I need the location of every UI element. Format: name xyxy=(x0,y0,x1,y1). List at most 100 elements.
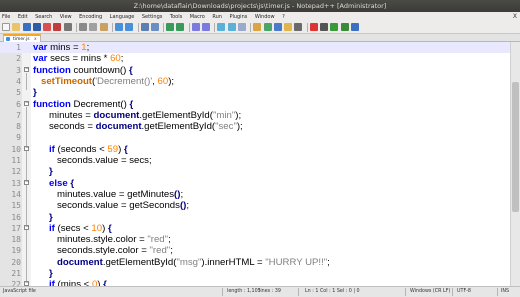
toolbar-separator xyxy=(163,22,165,32)
function-list-icon[interactable] xyxy=(273,23,282,31)
code-line: 6 − function Decrement() { xyxy=(0,99,510,110)
save-icon[interactable] xyxy=(22,23,31,31)
udl-icon[interactable] xyxy=(253,23,262,31)
menu-plugins[interactable]: Plugins xyxy=(229,14,247,20)
save-all-icon[interactable] xyxy=(32,23,41,31)
new-file-icon[interactable] xyxy=(2,23,10,31)
status-separator xyxy=(405,288,406,296)
line-number: 15 xyxy=(11,201,21,211)
line-number: 17 xyxy=(11,223,21,233)
status-encoding: UTF-8 xyxy=(457,289,471,294)
toolbar-separator xyxy=(111,22,113,32)
close-document-icon[interactable]: X xyxy=(513,12,517,21)
vertical-scrollbar[interactable] xyxy=(510,42,520,286)
cut-icon[interactable] xyxy=(79,23,88,31)
folder-workspace-icon[interactable] xyxy=(284,23,293,31)
fold-toggle-icon[interactable]: − xyxy=(24,179,29,185)
menu-window[interactable]: Window xyxy=(255,14,275,20)
menu-macro[interactable]: Macro xyxy=(190,14,205,20)
code-text: setTimeout('Decrement()', 60); xyxy=(41,75,175,87)
line-number: 12 xyxy=(11,167,21,177)
copy-icon[interactable] xyxy=(89,23,98,31)
file-icon xyxy=(6,37,10,41)
doc-map-icon[interactable] xyxy=(263,23,272,31)
toolbar-separator xyxy=(188,22,190,32)
code-line: 18 minutes.style.color = "red"; xyxy=(0,234,510,245)
menu-file[interactable]: File xyxy=(2,14,10,20)
code-line: 20 document.getElementById("msg").innerH… xyxy=(0,257,510,268)
code-text: } xyxy=(33,87,37,99)
fold-toggle-icon[interactable]: − xyxy=(24,145,29,151)
paste-icon[interactable] xyxy=(99,23,108,31)
code-text: } xyxy=(49,211,53,223)
line-number: 21 xyxy=(11,269,21,278)
status-separator xyxy=(452,288,453,296)
status-position: Ln : 1 Col : 1 Sel : 0 | 0 xyxy=(305,289,360,294)
code-text: seconds.style.color = "red"; xyxy=(33,245,173,257)
tab-timer-js[interactable]: timer.js x xyxy=(3,34,42,42)
menu-help[interactable]: ? xyxy=(282,14,285,20)
menu-bar: File Edit Search View Encoding Language … xyxy=(0,12,520,21)
close-all-icon[interactable] xyxy=(53,23,62,31)
fold-toggle-icon[interactable]: − xyxy=(24,66,29,72)
status-separator xyxy=(497,288,498,296)
menu-settings[interactable]: Settings xyxy=(142,14,163,20)
open-file-icon[interactable] xyxy=(12,23,21,31)
status-file-type: JavaScript file xyxy=(3,289,36,294)
status-mode: INS xyxy=(501,289,510,294)
toolbar-separator xyxy=(250,22,252,32)
code-text: if (mins < 0) { xyxy=(49,279,107,286)
scrollbar-thumb[interactable] xyxy=(512,82,519,212)
all-chars-icon[interactable] xyxy=(227,23,236,31)
menu-run[interactable]: Run xyxy=(212,14,222,20)
word-wrap-icon[interactable] xyxy=(217,23,226,31)
menu-tools[interactable]: Tools xyxy=(170,14,182,20)
code-line: 11 seconds.value = secs; xyxy=(0,155,510,166)
zoom-in-icon[interactable] xyxy=(166,23,175,31)
replace-icon[interactable] xyxy=(150,23,159,31)
menu-language[interactable]: Language xyxy=(110,14,135,20)
indent-guide-icon[interactable] xyxy=(237,23,246,31)
code-line: 7 minutes = document.getElementById("min… xyxy=(0,110,510,121)
menu-search[interactable]: Search xyxy=(35,14,52,20)
code-text: var mins = 1; xyxy=(33,42,90,53)
zoom-out-icon[interactable] xyxy=(176,23,185,31)
redo-icon[interactable] xyxy=(125,23,134,31)
status-length: length : 1,105 xyxy=(227,289,261,294)
line-number: 2 xyxy=(16,54,21,64)
fold-toggle-icon[interactable]: − xyxy=(24,100,29,106)
line-number: 3 xyxy=(16,65,21,75)
sync-v-icon[interactable] xyxy=(191,23,200,31)
save-macro-icon[interactable] xyxy=(350,23,359,31)
code-text: seconds.value = secs; xyxy=(33,155,152,166)
tab-close-icon[interactable]: x xyxy=(34,36,36,41)
run-macro-multi-icon[interactable] xyxy=(340,23,349,31)
sync-h-icon[interactable] xyxy=(202,23,211,31)
fold-toggle-icon[interactable]: − xyxy=(24,224,29,230)
code-text: else { xyxy=(49,177,75,189)
menu-edit[interactable]: Edit xyxy=(18,14,28,20)
code-text: minutes.value = getMinutes(); xyxy=(33,188,184,200)
code-line: 21 } xyxy=(0,268,510,279)
code-line: 22 − if (mins < 0) { xyxy=(0,279,510,286)
play-macro-icon[interactable] xyxy=(330,23,339,31)
undo-icon[interactable] xyxy=(114,23,123,31)
code-line: 10 − if (seconds < 59) { xyxy=(0,144,510,155)
stop-macro-icon[interactable] xyxy=(320,23,329,31)
find-icon[interactable] xyxy=(140,23,149,31)
code-text: minutes = document.getElementById("min")… xyxy=(33,109,242,121)
record-macro-icon[interactable] xyxy=(309,23,318,31)
toolbar-separator xyxy=(76,22,78,32)
print-icon[interactable] xyxy=(63,23,72,31)
monitor-icon[interactable] xyxy=(294,23,303,31)
menu-view[interactable]: View xyxy=(60,14,72,20)
toolbar-separator xyxy=(306,22,308,32)
code-editor[interactable]: 1 var mins = 1; 2 var secs = mins * 60; … xyxy=(0,42,520,286)
toolbar-separator xyxy=(214,22,216,32)
toolbar xyxy=(0,21,520,34)
menu-encoding[interactable]: Encoding xyxy=(79,14,102,20)
close-icon[interactable] xyxy=(43,23,52,31)
status-separator xyxy=(222,288,223,296)
code-line: 12 } xyxy=(0,166,510,177)
line-number: 20 xyxy=(11,257,21,267)
